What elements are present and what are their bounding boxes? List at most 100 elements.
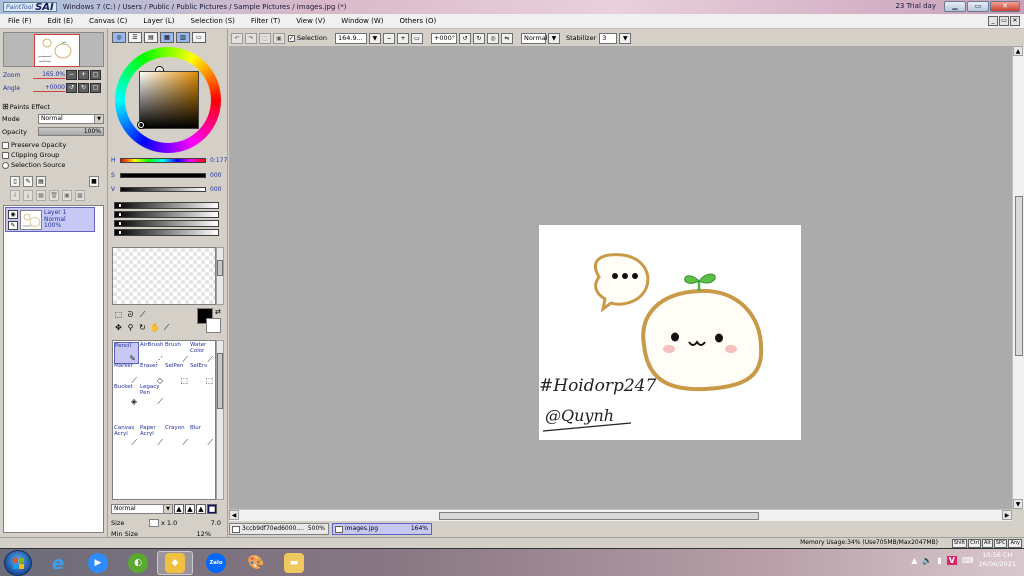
rotate-left-button[interactable]: ↺ [66,83,77,93]
zoom-reset-button[interactable]: ▢ [90,70,101,80]
taskbar-ie[interactable]: e [40,551,76,575]
rotate-icon[interactable]: ↻ [138,323,147,333]
brush-airbrush[interactable]: AirBrush ⋰ [140,342,165,364]
new-layer-folder-icon[interactable]: ▤ [36,176,46,187]
brush-selpen[interactable]: SelPen ⬚ [165,363,190,385]
merge-down-icon[interactable]: ⤓ [23,190,33,201]
eye-icon[interactable]: ◉ [8,210,18,219]
scrollbar-thumb[interactable] [217,353,223,409]
show-hidden-icons-icon[interactable]: ▲ [911,556,917,565]
user-swatches-tab[interactable]: ▥ [176,32,190,43]
brush-watercolor[interactable]: Water Color ⟋ [190,342,215,364]
toolbar-zoom-in-icon[interactable]: + [396,32,409,44]
rotate-reset-button[interactable]: ▢ [90,83,101,93]
menu-edit[interactable]: Edit (E) [39,17,81,25]
lasso-icon[interactable]: ᘐ [126,310,135,320]
size-multiplier[interactable]: x 1.0 [161,519,189,527]
doc-restore-button[interactable]: ▭ [999,16,1009,26]
brush-tool-grid[interactable]: Pencil ✎ AirBrush ⋰ Brush ⟋ Water Color ⟋ Ma… [112,340,216,500]
taskbar-zalo[interactable]: Zalo [198,551,234,575]
scratchpad-tab[interactable]: ▭ [192,32,206,43]
new-layer-icon[interactable]: ▯ [10,176,20,187]
menu-file[interactable]: File (F) [0,17,39,25]
brush-legacy-pen[interactable]: Legacy Pen ⟋ [140,384,165,406]
color-wheel-tab[interactable]: ◎ [112,32,126,43]
slider-knob[interactable] [118,203,122,208]
navigator-view-frame[interactable] [34,34,80,67]
brush-paper-acryl[interactable]: Paper Acryl ⟋ [140,425,165,447]
doc-close-button[interactable]: ✕ [1010,16,1020,26]
brush-eraser[interactable]: Eraser ◇ [140,363,165,385]
move-icon[interactable]: ✥ [114,323,123,333]
layer-mask-icon[interactable]: ■ [89,176,99,187]
layer-list[interactable]: ◉ ✎ Layer 1 Normal 100% [3,205,104,533]
canvas-viewport[interactable]: #Hoidorp247 @Quynh [229,46,1012,509]
taskbar-explorer[interactable]: ▬ [276,551,312,575]
menu-layer[interactable]: Layer (L) [135,17,182,25]
angle-value[interactable]: +0000 [33,84,65,92]
menu-selection[interactable]: Selection (S) [183,17,243,25]
rgb-slider-tab[interactable]: ☰ [128,32,142,43]
rotate-right-button[interactable]: ↻ [78,83,89,93]
hsv-slider-tab[interactable]: ▤ [144,32,158,43]
eyedropper-icon[interactable]: ⟋ [162,323,171,333]
new-linework-layer-icon[interactable]: ✎ [23,176,33,187]
selection-source-checkbox[interactable]: Selection Source [2,161,65,169]
scroll-down-icon[interactable]: ▼ [1013,499,1023,509]
brush-shape-1-icon[interactable]: ▲ [174,504,184,514]
slider-knob[interactable] [118,230,122,235]
background-color-swatch[interactable] [206,318,221,333]
menu-canvas[interactable]: Canvas (C) [81,17,135,25]
brush-shape-4-icon[interactable]: ■ [207,504,217,514]
redo-icon[interactable]: ↷ [245,32,257,44]
value-slider[interactable] [120,187,206,192]
toolbar-zoom-fit-icon[interactable]: ▭ [410,32,423,44]
taskbar-zoom[interactable]: ▶ [80,551,116,575]
navigator-preview[interactable] [3,32,104,67]
menu-filter[interactable]: Filter (T) [243,17,288,25]
toolbar-rotate-right-icon[interactable]: ↻ [472,32,485,44]
scrollbar-thumb[interactable] [1015,196,1023,356]
selection-visibility-checkbox[interactable]: ✓ Selection [288,34,327,42]
layer-item[interactable]: ◉ ✎ Layer 1 Normal 100% [5,207,95,232]
doc-tab-1[interactable]: 3ccb9df70ed6000.... 500% [229,523,329,535]
brush-brush[interactable]: Brush ⟋ [165,342,190,364]
menu-view[interactable]: View (V) [288,17,333,25]
size-multiplier-box[interactable] [149,519,159,527]
toolbar-zoom-dropdown-icon[interactable]: ▼ [368,32,381,44]
mixer-slider-1[interactable] [114,202,219,209]
scrollbar-thumb[interactable] [217,260,223,276]
doc-tab-2[interactable]: images.jpg 164% [332,523,432,535]
maximize-button[interactable]: ▭ [967,1,989,12]
taskbar-coccoc[interactable]: ◐ [120,551,156,575]
speaker-icon[interactable]: 🔈 [922,556,932,565]
clock[interactable]: 10:56 CH 26/06/2021 [979,551,1016,569]
scroll-up-icon[interactable]: ▲ [1013,46,1023,56]
hand-icon[interactable]: ✋ [150,323,160,333]
canvas-vertical-scrollbar[interactable]: ▲ ▼ [1012,46,1024,509]
canvas-horizontal-scrollbar[interactable]: ◀ ▶ [229,509,1012,521]
start-button[interactable] [4,550,32,576]
deselect-icon[interactable]: ⬚ [259,32,271,44]
saturation-value-square[interactable] [139,71,199,129]
toolbar-zoom-field[interactable]: 164.9... [334,32,367,44]
slider-knob[interactable] [118,212,122,217]
brush-marker[interactable]: Marker ⟋ [114,363,139,385]
delete-mask-icon[interactable]: ▩ [75,190,85,201]
brush-pencil[interactable]: Pencil ✎ [114,342,139,364]
hue-slider[interactable] [120,158,206,163]
language-icon[interactable]: ⌨ [962,556,974,565]
brush-blur[interactable]: Blur ⟋ [190,425,215,447]
opacity-slider[interactable]: 100% [38,127,104,136]
zoom-icon[interactable]: ⚲ [126,323,135,333]
brush-shape-3-icon[interactable]: ▲ [196,504,206,514]
blend-mode-select[interactable]: Normal ▼ [38,114,104,124]
paints-effect-toggle[interactable]: ⊞ Paints Effect [2,102,50,111]
toolbar-flip-icon[interactable]: ⇋ [500,32,513,44]
toolbar-angle-field[interactable]: +000° [430,32,457,44]
brush-shape-2-icon[interactable]: ▲ [185,504,195,514]
rect-select-icon[interactable]: ⬚ [114,310,123,320]
slider-knob[interactable] [118,221,122,226]
swap-colors-icon[interactable]: ⇄ [215,308,221,316]
toolbar-zoom-out-icon[interactable]: − [382,32,395,44]
